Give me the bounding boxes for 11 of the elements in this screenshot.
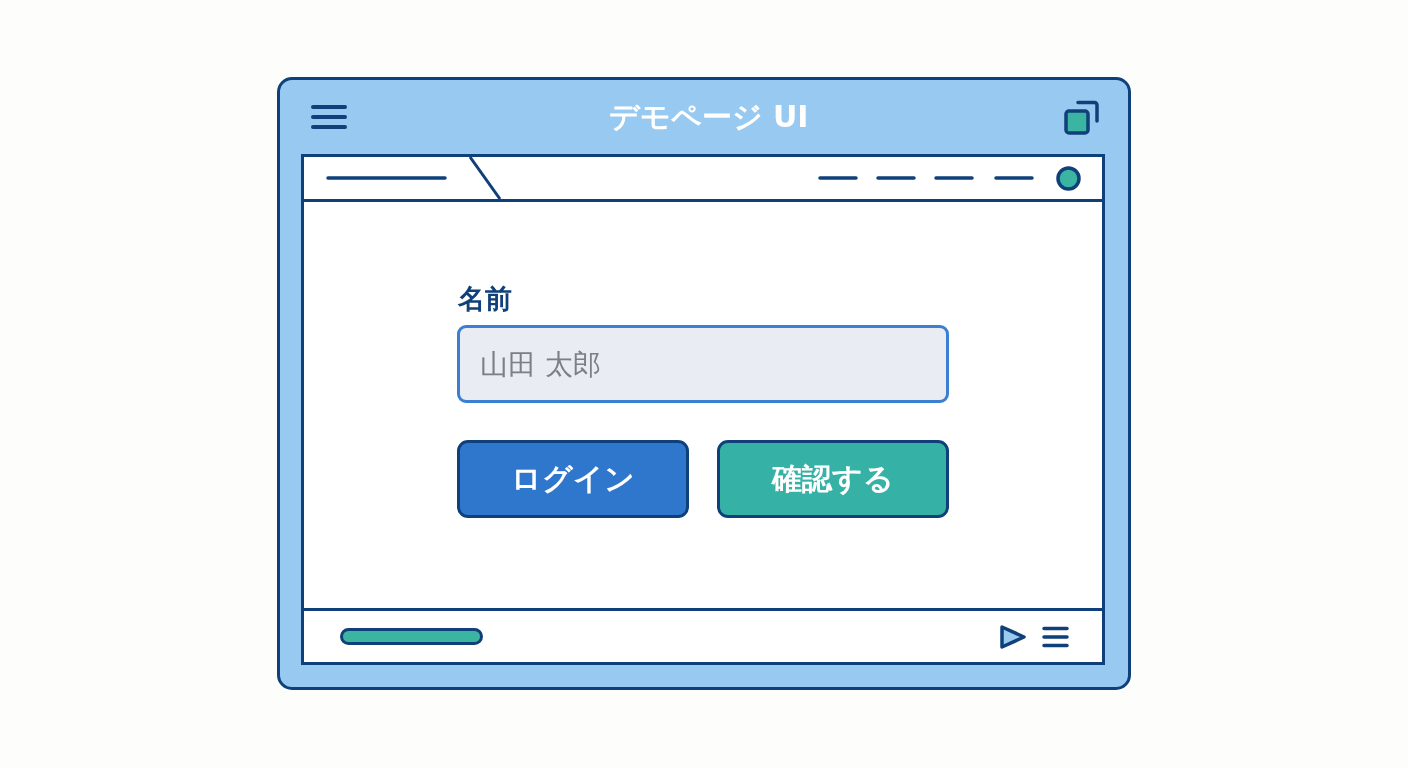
- confirm-button[interactable]: 確認する: [717, 440, 949, 518]
- menu-icon[interactable]: [1042, 625, 1069, 648]
- login-button[interactable]: ログイン: [457, 440, 689, 518]
- name-input[interactable]: 山田 太郎: [457, 325, 949, 403]
- dashed-line-icon: [818, 176, 1034, 180]
- play-icon[interactable]: [999, 623, 1027, 650]
- window-title: デモページ UI: [608, 99, 809, 135]
- status-dot-icon: [1056, 165, 1081, 191]
- menu-icon[interactable]: [311, 104, 347, 130]
- field-label: 名前: [457, 282, 512, 316]
- restore-icon[interactable]: [1064, 99, 1100, 135]
